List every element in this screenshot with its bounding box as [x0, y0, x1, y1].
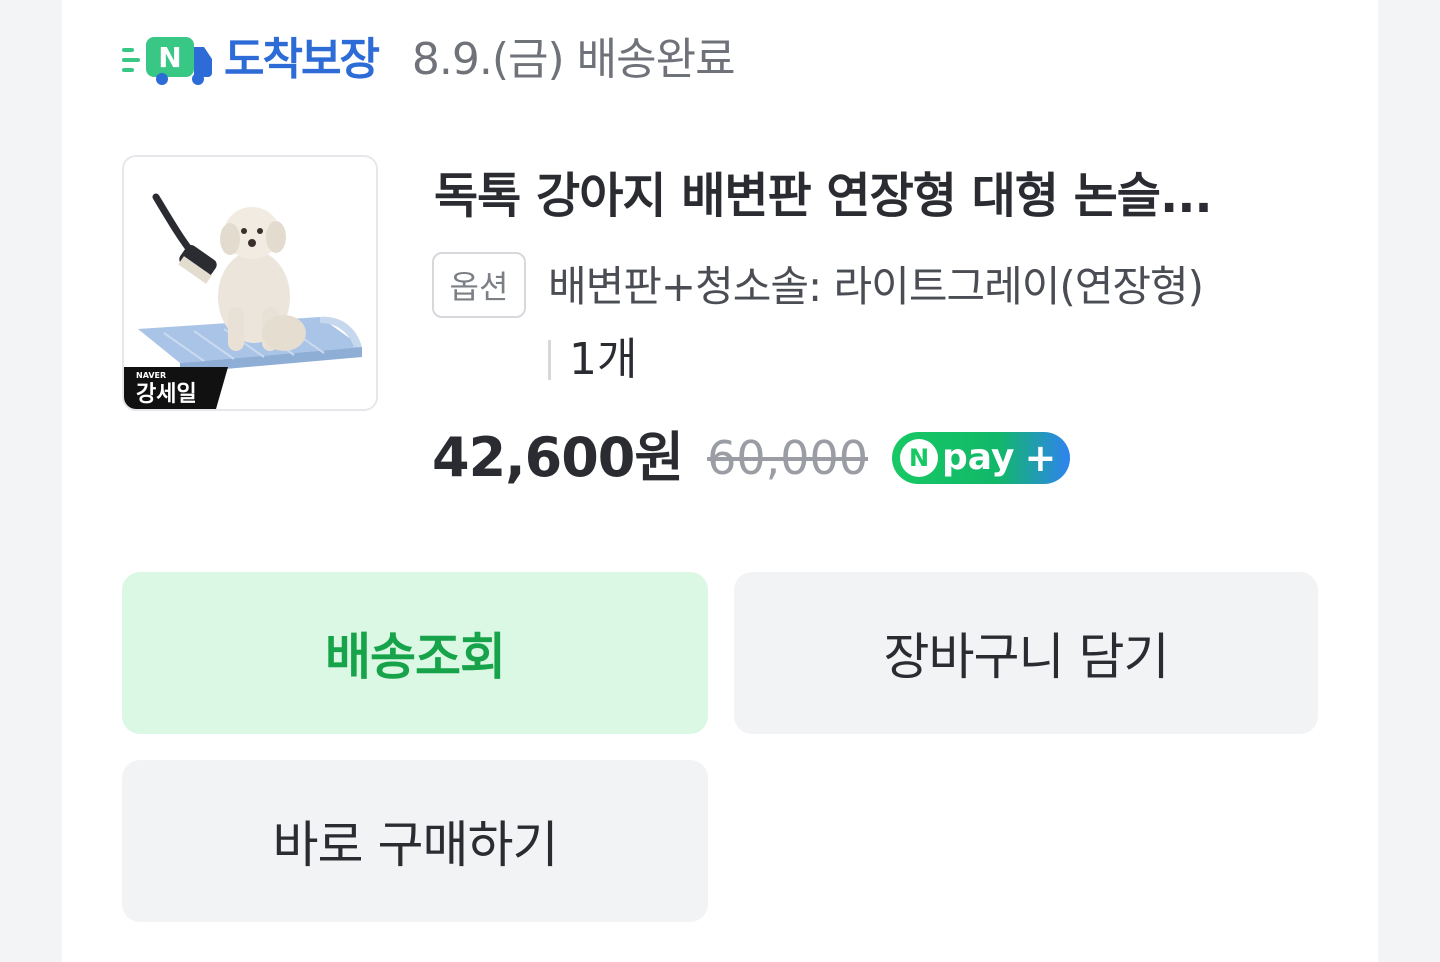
buy-now-button[interactable]: 바로 구매하기 [122, 760, 708, 922]
delivery-status-row: N 도착보장 8.9.(금) 배송완료 [122, 28, 736, 92]
sale-badge-top: NAVER [136, 371, 166, 380]
arrival-guarantee-badge: N 도착보장 [122, 28, 380, 92]
product-thumbnail[interactable]: NAVER 강세일 [122, 155, 378, 411]
quantity-divider [548, 340, 551, 380]
add-to-cart-button[interactable]: 장바구니 담기 [734, 572, 1318, 734]
badge-label: 도착보장 [224, 34, 380, 85]
original-price: 60,000 [707, 431, 869, 485]
npay-n: N [900, 439, 939, 477]
sale-badge: NAVER 강세일 [124, 363, 228, 409]
npay-icon: N pay + [892, 432, 1071, 484]
delivery-truck-icon: N [144, 33, 214, 87]
sale-price: 42,600원 [432, 426, 684, 489]
quantity-row: 1개 [548, 330, 637, 390]
option-chip: 옵션 [432, 252, 526, 318]
badge-logo-letter: N [158, 41, 181, 74]
option-text: 배변판+청소솔: 라이트그레이(연장형) [548, 262, 1204, 311]
quantity-text: 1개 [569, 334, 638, 385]
delivery-status-text: 8.9.(금) 배송완료 [411, 34, 736, 85]
speed-lines-icon [122, 48, 140, 72]
sale-badge-main: 강세일 [136, 382, 197, 407]
order-item-card: N 도착보장 8.9.(금) 배송완료 NAVER 강세일 독톡 강아지 배변판… [62, 0, 1378, 962]
track-delivery-button[interactable]: 배송조회 [122, 572, 708, 734]
price-row: 42,600원 60,000 N pay + [432, 420, 1071, 496]
npay-plus: + [1024, 436, 1057, 480]
product-title[interactable]: 독톡 강아지 배변판 연장형 대형 논슬... [434, 160, 1314, 232]
npay-text: pay [942, 437, 1015, 478]
